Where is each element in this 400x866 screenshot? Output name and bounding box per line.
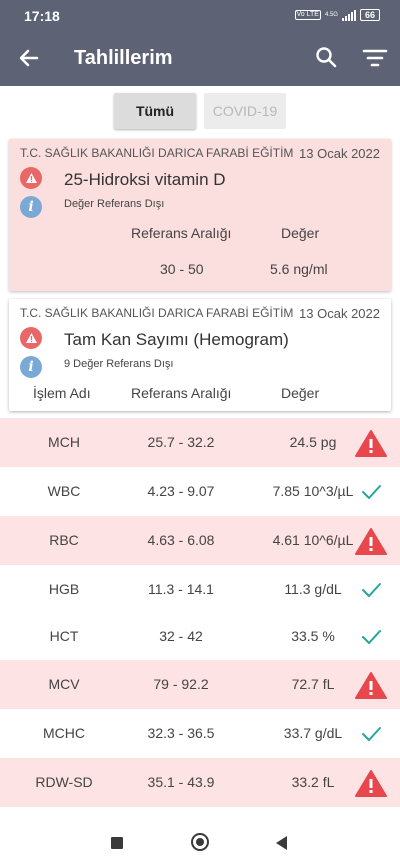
result-date: 13 Ocak 2022: [299, 306, 380, 321]
result-value: 5.6 ng/ml: [270, 261, 328, 277]
status-time: 17:18: [24, 8, 60, 24]
search-icon[interactable]: [314, 45, 338, 69]
arrow-left-icon[interactable]: [16, 45, 42, 71]
warning-triangle-icon: [355, 430, 387, 457]
result-card-hemogram[interactable]: T.C. SAĞLIK BAKANLIĞI DARICA FARABİ EĞİT…: [9, 299, 391, 411]
page-title: Tahlillerim: [74, 47, 173, 69]
table-row[interactable]: HGB 11.3 - 14.1 11.3 g/dL: [0, 565, 400, 614]
test-code: HCT: [49, 628, 79, 644]
warning-triangle-icon: [355, 770, 387, 797]
table-row[interactable]: WBC 4.23 - 9.07 7.85 10^3/µL: [0, 467, 400, 516]
table-row[interactable]: MCHC 32.3 - 36.5 33.7 g/dL: [0, 709, 400, 758]
warning-icon: [20, 167, 42, 189]
warning-triangle-icon: [355, 672, 387, 699]
tab-all[interactable]: Tümü: [114, 93, 196, 129]
test-name: Tam Kan Sayımı (Hemogram): [64, 330, 289, 349]
reference-range: 11.3 - 14.1: [148, 581, 214, 597]
test-code: WBC: [47, 483, 81, 499]
reference-range-value: 30 - 50: [160, 261, 204, 277]
network-type: 4.5G: [324, 12, 338, 18]
header-test-name: İşlem Adı: [33, 385, 91, 401]
reference-range: 32.3 - 36.5: [147, 725, 215, 741]
filter-icon[interactable]: [362, 46, 388, 70]
checkmark-icon: [362, 630, 381, 644]
header-reference-range: Referans Aralığı: [131, 385, 232, 401]
info-icon: i: [20, 196, 42, 218]
app-bar: Tahlillerim: [0, 31, 400, 86]
status-icons: Vo LTE 4.5G 66: [294, 9, 380, 21]
checkmark-icon: [362, 583, 381, 597]
tab-covid-19[interactable]: COVID-19: [204, 93, 286, 129]
reference-range: 4.23 - 9.07: [147, 483, 215, 499]
reference-range: 25.7 - 32.2: [147, 434, 215, 450]
out-of-range-note: 9 Değer Referans Dışı: [64, 358, 174, 370]
test-code: MCH: [48, 434, 80, 450]
reference-range: 4.63 - 6.08: [147, 532, 215, 548]
battery-icon: 66: [359, 9, 380, 21]
result-date: 13 Ocak 2022: [299, 146, 380, 161]
status-bar: 17:18 Vo LTE 4.5G 66: [0, 0, 400, 31]
reference-range: 32 - 42: [159, 628, 203, 644]
table-row[interactable]: MCV 79 - 92.2 72.7 fL: [0, 660, 400, 709]
system-nav-bar: [0, 818, 400, 866]
result-card-vitamin-d[interactable]: T.C. SAĞLIK BAKANLIĞI DARICA FARABİ EĞİT…: [9, 139, 391, 291]
test-code: RDW-SD: [35, 774, 93, 790]
back-triangle-icon[interactable]: [276, 836, 287, 850]
test-name: 25-Hidroksi vitamin D: [64, 170, 226, 189]
test-code: RBC: [49, 532, 79, 548]
table-row[interactable]: HCT 32 - 42 33.5 %: [0, 612, 400, 661]
test-code: HGB: [48, 581, 80, 597]
home-icon[interactable]: [191, 833, 209, 851]
volte-badge: Vo LTE: [294, 10, 321, 20]
test-code: MCV: [48, 676, 80, 692]
header-reference-range: Referans Aralığı: [131, 225, 232, 241]
table-row[interactable]: RBC 4.63 - 6.08 4.61 10^6/µL: [0, 516, 400, 565]
reference-range: 79 - 92.2: [153, 676, 209, 692]
recents-icon[interactable]: [111, 837, 123, 849]
checkmark-icon: [362, 727, 381, 741]
institution-name: T.C. SAĞLIK BAKANLIĞI DARICA FARABİ EĞİT…: [20, 306, 294, 320]
header-value: Değer: [281, 385, 320, 401]
header-value: Değer: [281, 225, 320, 241]
out-of-range-note: Değer Referans Dışı: [64, 198, 165, 210]
reference-range: 35.1 - 43.9: [147, 774, 215, 790]
institution-name: T.C. SAĞLIK BAKANLIĞI DARICA FARABİ EĞİT…: [20, 146, 294, 160]
warning-icon: [20, 327, 42, 349]
info-icon: i: [20, 356, 42, 378]
table-row[interactable]: MCH 25.7 - 32.2 24.5 pg: [0, 418, 400, 467]
warning-triangle-icon: [355, 528, 387, 555]
signal-icon: [341, 9, 356, 21]
test-code: MCHC: [43, 725, 85, 741]
checkmark-icon: [362, 485, 381, 499]
table-row[interactable]: RDW-SD 35.1 - 43.9 33.2 fL: [0, 758, 400, 807]
